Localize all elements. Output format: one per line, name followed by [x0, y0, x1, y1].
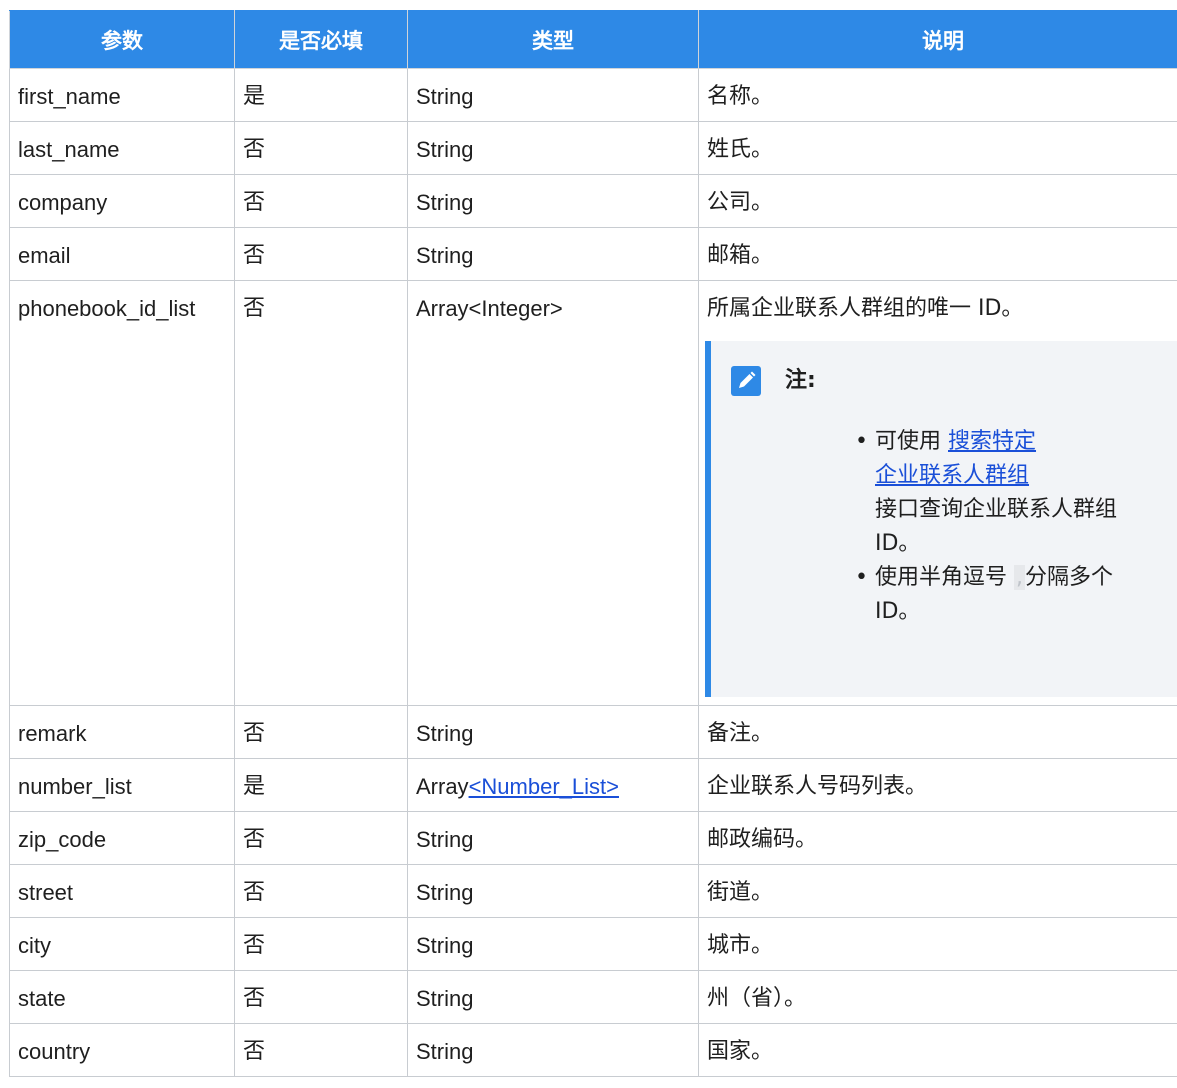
- cell-description: 国家。: [698, 1023, 1177, 1077]
- edit-note-icon: [731, 366, 761, 396]
- document-page: 参数 是否必填 类型 说明 first_name 是 String 名称。 la…: [0, 0, 1177, 1088]
- type-prefix: Array: [416, 774, 469, 799]
- table-row: number_list 是 Array<Number_List> 企业联系人号码…: [9, 758, 1177, 812]
- table-row: street 否 String 街道。: [9, 864, 1177, 918]
- list-item: • 可使用 搜索特定 企业联系人群组 接口查询企业联系人群组 ID。: [853, 425, 1153, 561]
- params-table: 参数 是否必填 类型 说明 first_name 是 String 名称。 la…: [9, 10, 1177, 1077]
- cell-description: 邮政编码。: [698, 811, 1177, 865]
- cell-type: String: [407, 68, 699, 122]
- bullet: •: [855, 429, 868, 454]
- bullet: •: [855, 565, 868, 590]
- cell-description: 邮箱。: [698, 227, 1177, 281]
- cell-required: 是: [234, 758, 408, 812]
- table-row: zip_code 否 String 邮政编码。: [9, 811, 1177, 865]
- cell-required: 否: [234, 227, 408, 281]
- number-list-type-link[interactable]: <Number_List>: [469, 774, 619, 799]
- cell-type: String: [407, 227, 699, 281]
- cell-type: String: [407, 917, 699, 971]
- cell-description: 姓氏。: [698, 121, 1177, 175]
- note-list: • 可使用 搜索特定 企业联系人群组 接口查询企业联系人群组 ID。 • 使用半…: [853, 425, 1153, 629]
- cell-param: phonebook_id_list: [9, 280, 235, 706]
- search-group-link-cont[interactable]: 企业联系人群组: [875, 463, 1029, 488]
- cell-param: company: [9, 174, 235, 228]
- comma-glyph: ,: [1014, 565, 1026, 590]
- note-callout: 注: • 可使用 搜索特定 企业联系人群组 接口查询企业联系人群组 ID。 • …: [705, 341, 1177, 697]
- table-row: last_name 否 String 姓氏。: [9, 121, 1177, 175]
- cell-type: String: [407, 121, 699, 175]
- note-item-text-line2: ID。: [875, 599, 921, 624]
- cell-description: 公司。: [698, 174, 1177, 228]
- note-item-suffix-end: ID。: [875, 531, 921, 556]
- cell-description: 城市。: [698, 917, 1177, 971]
- table-row: email 否 String 邮箱。: [9, 227, 1177, 281]
- cell-param: email: [9, 227, 235, 281]
- table-row: company 否 String 公司。: [9, 174, 1177, 228]
- list-item: • 使用半角逗号 ,分隔多个 ID。: [853, 561, 1153, 629]
- header-required: 是否必填: [234, 10, 408, 69]
- table-row: remark 否 String 备注。: [9, 705, 1177, 759]
- cell-description: 州（省）。: [698, 970, 1177, 1024]
- cell-required: 否: [234, 811, 408, 865]
- note-header: 注:: [731, 365, 816, 397]
- cell-param: remark: [9, 705, 235, 759]
- cell-type: Array<Number_List>: [407, 758, 699, 812]
- cell-param: zip_code: [9, 811, 235, 865]
- note-title: 注:: [785, 368, 816, 393]
- cell-type: String: [407, 1023, 699, 1077]
- cell-description: 企业联系人号码列表。: [698, 758, 1177, 812]
- note-item-text: 使用半角逗号: [875, 565, 1008, 590]
- cell-required: 否: [234, 864, 408, 918]
- cell-param: first_name: [9, 68, 235, 122]
- cell-required: 否: [234, 1023, 408, 1077]
- cell-type: String: [407, 970, 699, 1024]
- cell-type: String: [407, 811, 699, 865]
- note-item-prefix: 可使用: [875, 429, 948, 454]
- cell-required: 否: [234, 917, 408, 971]
- cell-required: 否: [234, 174, 408, 228]
- table-row: phonebook_id_list 否 Array<Integer> 所属企业联…: [9, 280, 1177, 706]
- cell-required: 否: [234, 121, 408, 175]
- cell-required: 是: [234, 68, 408, 122]
- cell-param: street: [9, 864, 235, 918]
- cell-type: String: [407, 705, 699, 759]
- cell-type: Array<Integer>: [407, 280, 699, 706]
- table-row: country 否 String 国家。: [9, 1023, 1177, 1077]
- cell-required: 否: [234, 970, 408, 1024]
- header-description: 说明: [698, 10, 1177, 69]
- description-text: 所属企业联系人群组的唯一 ID。: [707, 296, 1024, 321]
- cell-description-with-note: 所属企业联系人群组的唯一 ID。 注: • 可使用 搜索特定 企业联系人群组 接…: [698, 280, 1177, 706]
- cell-param: state: [9, 970, 235, 1024]
- table-row: state 否 String 州（省）。: [9, 970, 1177, 1024]
- cell-param: city: [9, 917, 235, 971]
- search-group-link[interactable]: 搜索特定: [948, 429, 1036, 454]
- cell-type: String: [407, 174, 699, 228]
- cell-required: 否: [234, 705, 408, 759]
- header-type: 类型: [407, 10, 699, 69]
- note-item-text-end: 分隔多个: [1025, 565, 1114, 590]
- table-row: city 否 String 城市。: [9, 917, 1177, 971]
- cell-description: 备注。: [698, 705, 1177, 759]
- table-row: first_name 是 String 名称。: [9, 68, 1177, 122]
- table-header-row: 参数 是否必填 类型 说明: [9, 10, 1177, 69]
- cell-description: 街道。: [698, 864, 1177, 918]
- note-item-suffix: 接口查询企业联系人群组: [875, 497, 1118, 522]
- header-param: 参数: [9, 10, 235, 69]
- cell-description: 名称。: [698, 68, 1177, 122]
- cell-param: country: [9, 1023, 235, 1077]
- cell-param: last_name: [9, 121, 235, 175]
- cell-param: number_list: [9, 758, 235, 812]
- cell-type: String: [407, 864, 699, 918]
- cell-required: 否: [234, 280, 408, 706]
